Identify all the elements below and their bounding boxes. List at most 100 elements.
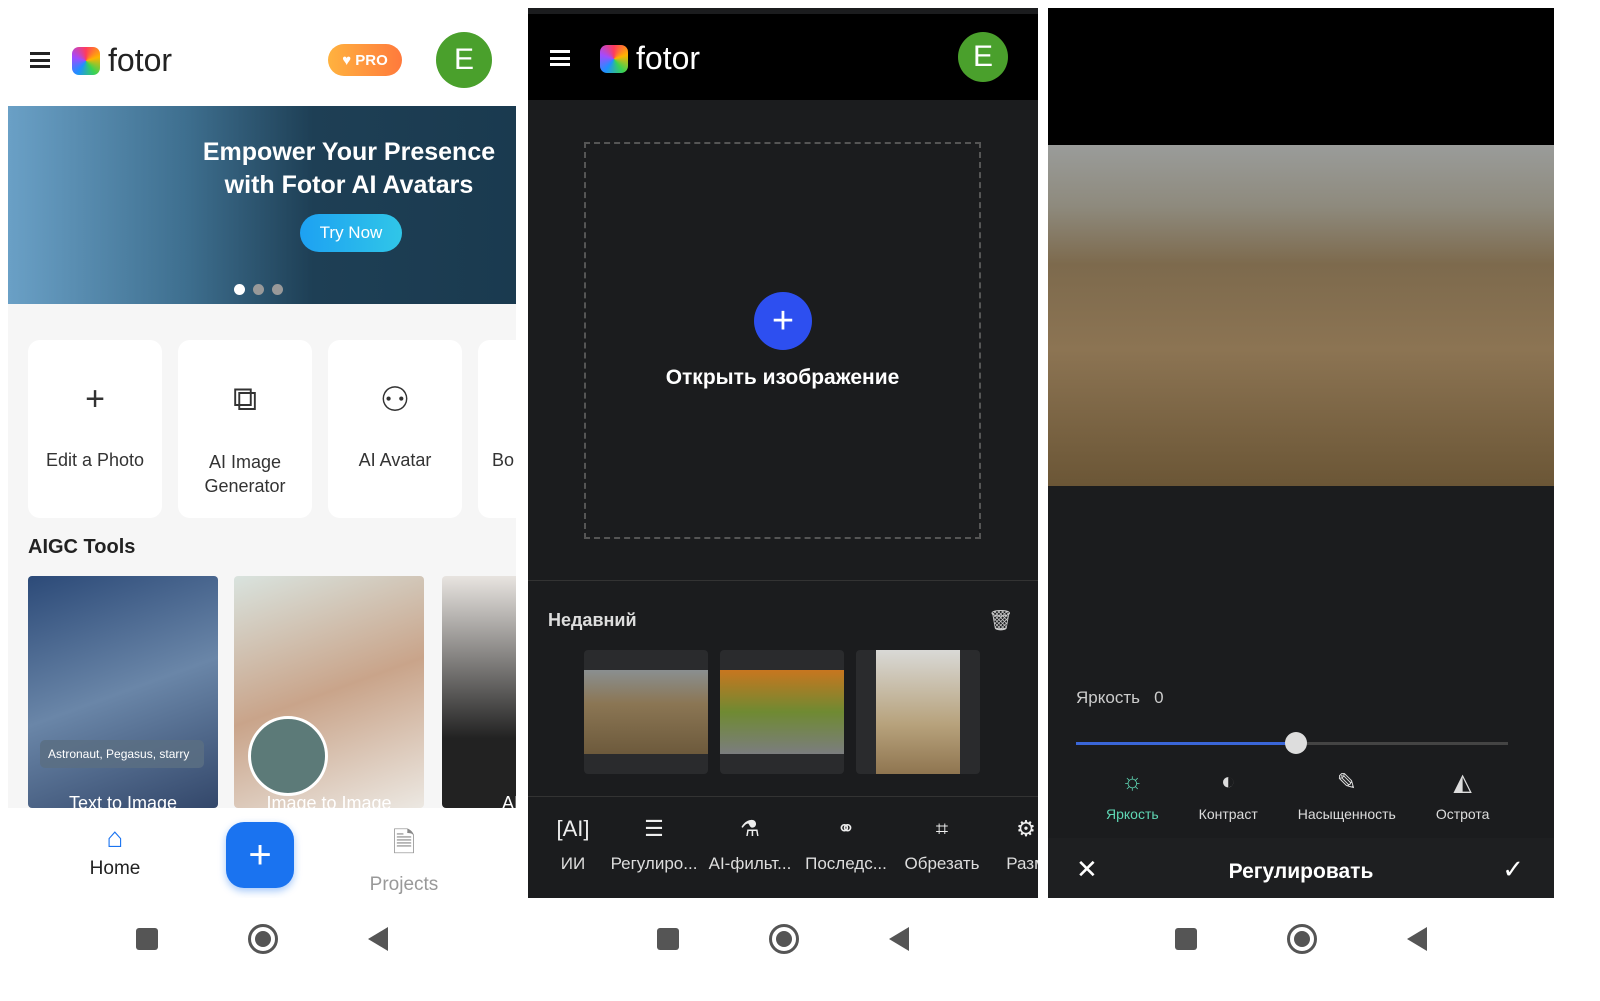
resize-icon: ⚙ <box>1016 816 1036 841</box>
dot[interactable] <box>253 284 264 295</box>
param-label: Яркость <box>1076 688 1140 707</box>
avatar[interactable]: E <box>958 32 1008 82</box>
brand-name: fotor <box>636 40 701 76</box>
aigc-card[interactable]: AI <box>442 576 516 808</box>
logo: fotor <box>600 40 700 77</box>
brightness-slider[interactable] <box>1076 732 1508 754</box>
logo: fotor <box>72 42 172 79</box>
tool-label: Обрезать <box>904 854 980 873</box>
tool-label: Разм <box>1006 854 1038 873</box>
card-label: AI Avatar <box>358 450 432 470</box>
avatar-letter: E <box>972 40 993 73</box>
check-icon[interactable]: ✓ <box>1502 854 1524 885</box>
try-now-button[interactable]: Try Now <box>300 214 402 252</box>
image-to-image-card[interactable]: Image to Image <box>234 576 424 808</box>
pro-badge[interactable]: ♥ PRO <box>328 44 402 76</box>
image-text-icon: ⧉ <box>232 380 258 418</box>
tool-resize[interactable]: ⚙ Разм <box>996 816 1038 874</box>
adjust-footer: ✕ Регулировать ✓ <box>1048 838 1554 898</box>
plus-icon: + <box>248 832 272 877</box>
param-readout: Яркость 0 <box>1076 688 1164 708</box>
back-icon[interactable] <box>368 927 388 951</box>
promo-banner[interactable]: Empower Your Presence with Fotor AI Avat… <box>8 106 516 304</box>
section-title: AIGC Tools <box>28 536 136 558</box>
home-system-icon[interactable] <box>769 924 799 954</box>
option-saturation[interactable]: ✎ Насыщенность <box>1298 768 1396 822</box>
top-area <box>1048 8 1554 145</box>
nav-label: Home <box>89 858 141 879</box>
recents-icon[interactable] <box>657 928 679 950</box>
tool-ai-filter[interactable]: ⚗ AI-фильт... <box>708 816 792 874</box>
source-thumbnail <box>248 716 328 796</box>
carousel-dots[interactable] <box>234 284 283 295</box>
trash-icon[interactable]: 🗑 <box>988 608 1013 633</box>
avatar[interactable]: E <box>436 32 492 88</box>
option-brightness[interactable]: ☼ Яркость <box>1106 768 1159 822</box>
nav-projects[interactable]: 🗎 Projects <box>360 822 448 896</box>
plus-icon: + <box>85 380 105 418</box>
ai-icon: [AI] <box>556 816 590 841</box>
pro-label: PRO <box>355 51 388 69</box>
editor-screen: fotor E + Открыть изображение Недавний 🗑… <box>528 8 1038 980</box>
flask-icon: ⚗ <box>740 816 760 841</box>
quick-action-card[interactable]: Bo <box>478 340 516 518</box>
panel-title: Регулировать <box>1228 860 1374 883</box>
dot[interactable] <box>234 284 245 295</box>
param-value: 0 <box>1154 688 1164 707</box>
home-icon: ⌂ <box>106 822 124 853</box>
tool-label: Регулиро... <box>610 854 698 873</box>
tool-label: ИИ <box>560 854 586 873</box>
tool-ai[interactable]: [AI] ИИ <box>546 816 600 874</box>
tool-crop[interactable]: ⌗ Обрезать <box>900 816 984 874</box>
option-sharpness[interactable]: ◭ Острота <box>1436 768 1490 822</box>
menu-icon[interactable] <box>550 50 570 66</box>
document-icon: 🗎 <box>392 827 416 858</box>
photo-preview <box>1048 145 1554 486</box>
flashlight-icon: ✎ <box>1336 769 1357 796</box>
option-contrast[interactable]: ◐ Контраст <box>1199 768 1258 822</box>
nav-home[interactable]: ⌂ Home <box>78 822 152 880</box>
open-image-dropzone[interactable]: + Открыть изображение <box>584 142 981 539</box>
option-label: Насыщенность <box>1297 806 1396 822</box>
plus-icon[interactable]: + <box>754 292 812 350</box>
tool-effects[interactable]: ⚭ Последс... <box>804 816 888 874</box>
card-label: AI <box>502 793 516 808</box>
back-icon[interactable] <box>889 927 909 951</box>
home-screen: fotor ♥ PRO E Empower Your Presence with… <box>8 8 516 980</box>
system-nav <box>8 898 516 980</box>
option-label: Контраст <box>1198 806 1258 822</box>
text-to-image-card[interactable]: Astronaut, Pegasus, starry Text to Image <box>28 576 218 808</box>
sharpness-icon: ◭ <box>1453 769 1472 796</box>
recent-thumbnail[interactable] <box>584 650 708 774</box>
ai-avatar-card[interactable]: ⚇ AI Avatar <box>328 340 462 518</box>
home-system-icon[interactable] <box>248 924 278 954</box>
recents-icon[interactable] <box>136 928 158 950</box>
slider-thumb[interactable] <box>1285 732 1308 754</box>
tool-adjust[interactable]: ☰ Регулиро... <box>610 816 698 874</box>
home-system-icon[interactable] <box>1287 924 1317 954</box>
dot[interactable] <box>272 284 283 295</box>
option-label: Яркость <box>1106 806 1159 822</box>
create-button[interactable]: + <box>226 822 294 888</box>
option-label: Острота <box>1435 806 1490 822</box>
recent-thumbnail[interactable] <box>720 650 844 774</box>
bottom-nav: ⌂ Home + 🗎 Projects <box>8 808 516 898</box>
divider <box>528 796 1038 797</box>
recents-icon[interactable] <box>1175 928 1197 950</box>
back-icon[interactable] <box>1407 927 1427 951</box>
recent-title: Недавний <box>548 610 637 630</box>
edit-photo-card[interactable]: + Edit a Photo <box>28 340 162 518</box>
divider <box>528 580 1038 581</box>
ai-image-generator-card[interactable]: ⧉ AI Image Generator <box>178 340 312 518</box>
prompt-chip: Astronaut, Pegasus, starry <box>40 740 204 768</box>
card-label: Text to Image <box>68 793 178 808</box>
adjust-options: ☼ Яркость ◐ Контраст ✎ Насыщенность ◭ Острот… <box>1106 768 1489 822</box>
system-nav <box>1048 898 1554 980</box>
tool-label: AI-фильт... <box>708 854 792 873</box>
banner-title-2: with Fotor AI Avatars <box>224 171 474 199</box>
card-label: Edit a Photo <box>45 450 145 470</box>
system-nav <box>528 898 1038 980</box>
menu-icon[interactable] <box>30 52 50 68</box>
recent-thumbnail[interactable] <box>856 650 980 774</box>
tool-label: Последс... <box>805 854 887 873</box>
